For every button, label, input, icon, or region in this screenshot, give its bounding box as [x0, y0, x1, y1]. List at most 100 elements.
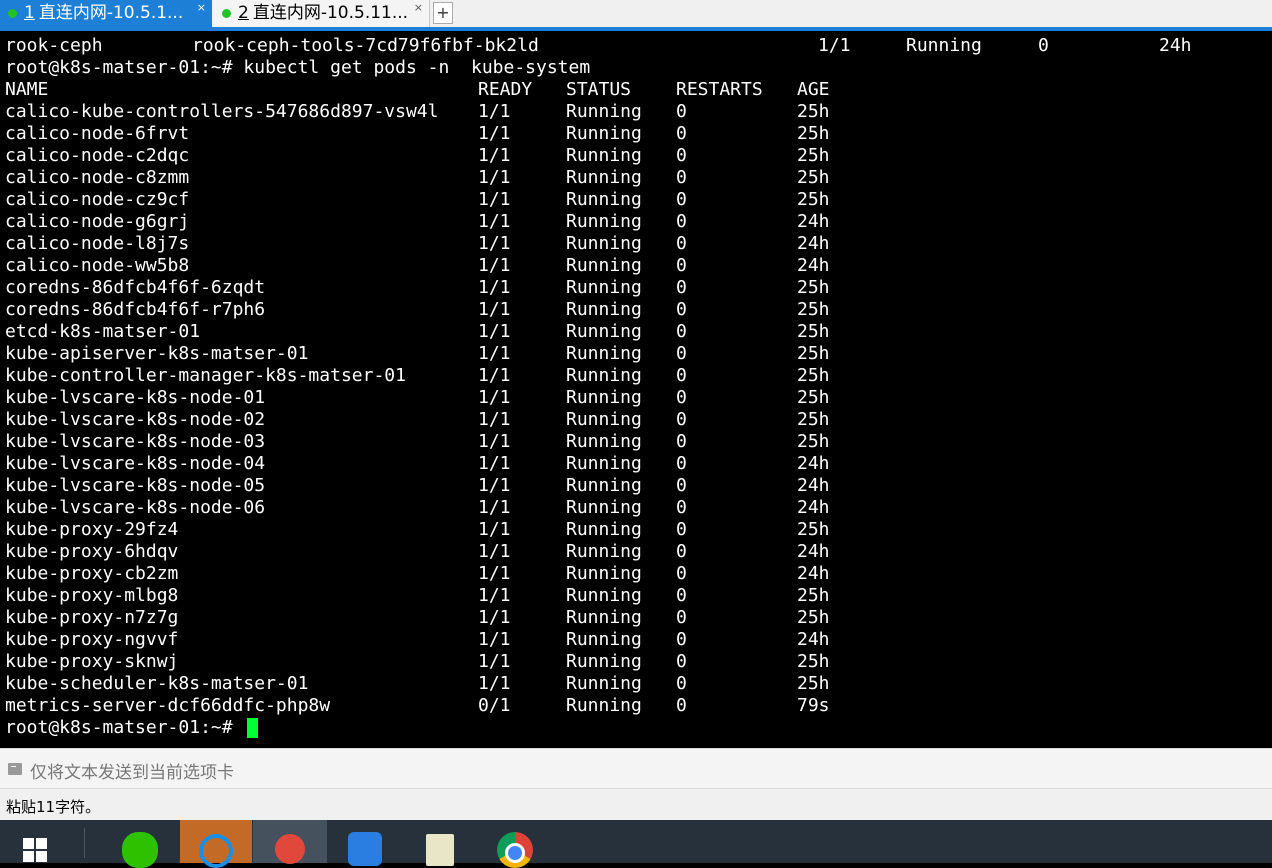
pod-status: Running — [566, 585, 642, 606]
pod-age: 25h — [797, 365, 830, 386]
pod-status: Running — [566, 365, 642, 386]
pod-ready: 1/1 — [478, 541, 511, 562]
pod-age: 25h — [797, 607, 830, 628]
table-row: calico-kube-controllers-547686d897-vsw4l… — [0, 101, 1272, 123]
pod-ready: 0/1 — [478, 695, 511, 716]
pod-status: Running — [566, 123, 642, 144]
pod-status: Running — [566, 629, 642, 650]
pod-ready: 1/1 — [478, 607, 511, 628]
pod-status: Running — [566, 563, 642, 584]
pod-age: 79s — [797, 695, 830, 716]
pod-restarts: 0 — [676, 365, 687, 386]
pod-ready: 1/1 — [478, 299, 511, 320]
pod-restarts: 0 — [676, 233, 687, 254]
close-tab-icon[interactable]: × — [414, 0, 423, 21]
table-row: calico-node-g6grj 1/1 Running 0 24h — [0, 211, 1272, 233]
table-row: calico-node-6frvt 1/1 Running 0 25h — [0, 123, 1272, 145]
pod-restarts: 0 — [676, 475, 687, 496]
pod-name: calico-kube-controllers-547686d897-vsw4l — [5, 101, 439, 122]
pod-age: 25h — [797, 123, 830, 144]
table-row: kube-lvscare-k8s-node-01 1/1 Running 0 25h — [0, 387, 1272, 409]
header-ready: READY — [478, 79, 533, 100]
pod-ready: 1/1 — [478, 123, 511, 144]
pod-ready: 1/1 — [478, 277, 511, 298]
pod-restarts: 0 — [676, 211, 687, 232]
new-tab-button[interactable]: + — [433, 2, 453, 24]
chat-app-icon[interactable] — [180, 820, 252, 868]
pod-age: 24h — [797, 233, 830, 254]
pod-restarts: 0 — [676, 585, 687, 606]
chrome-icon[interactable] — [480, 820, 550, 868]
close-tab-icon[interactable]: × — [197, 0, 206, 21]
pod-status: Running — [566, 233, 642, 254]
upload-app-icon[interactable] — [330, 820, 400, 866]
pod-ready: 1/1 — [478, 343, 511, 364]
pod-age: 25h — [797, 651, 830, 672]
pod-ready: 1/1 — [478, 651, 511, 672]
pod-name: kube-lvscare-k8s-node-02 — [5, 409, 266, 430]
pod-name: kube-proxy-29fz4 — [5, 519, 179, 540]
pod-ready: 1/1 — [478, 673, 511, 694]
pod-ready: 1/1 — [478, 519, 511, 540]
tab-number: 1 — [24, 3, 35, 23]
pod-name: kube-lvscare-k8s-node-01 — [5, 387, 266, 408]
pod-age: 24h — [797, 211, 830, 232]
tab-title: 直连内网-10.5.1... — [38, 3, 184, 23]
table-row: kube-lvscare-k8s-node-06 1/1 Running 0 24h — [0, 497, 1272, 519]
pod-age: 25h — [797, 519, 830, 540]
pod-name: kube-lvscare-k8s-node-04 — [5, 453, 266, 474]
pod-name: calico-node-l8j7s — [5, 233, 190, 254]
pod-name: kube-proxy-cb2zm — [5, 563, 179, 584]
table-row: calico-node-ww5b8 1/1 Running 0 24h — [0, 255, 1272, 277]
pod-restarts: 0 — [676, 431, 687, 452]
pod-name: kube-proxy-6hdqv — [5, 541, 179, 562]
send-text-input[interactable]: 仅将文本发送到当前选项卡 — [30, 758, 234, 783]
terminal-cursor — [247, 718, 259, 738]
pod-ready: 1/1 — [478, 145, 511, 166]
pod-restarts: 0 — [676, 123, 687, 144]
pod-name: kube-proxy-mlbg8 — [5, 585, 179, 606]
pod-age: 25h — [797, 343, 830, 364]
terminal-output[interactable]: rook-ceph rook-ceph-tools-7cd79f6fbf-bk2… — [0, 35, 1272, 748]
pod-status: Running — [566, 695, 642, 716]
pod-ready: 1/1 — [478, 585, 511, 606]
pod-restarts: 0 — [676, 145, 687, 166]
table-row: kube-proxy-n7z7g 1/1 Running 0 25h — [0, 607, 1272, 629]
wechat-icon[interactable] — [105, 820, 175, 868]
pod-restarts: 0 — [676, 629, 687, 650]
pod-status: Running — [906, 35, 982, 56]
windows-start-icon[interactable] — [0, 820, 72, 863]
tab-session-1[interactable]: 1 直连内网-10.5.1... × — [0, 0, 212, 27]
pod-restarts: 0 — [676, 607, 687, 628]
table-row: kube-proxy-ngvvf 1/1 Running 0 24h — [0, 629, 1272, 651]
notepad-app-icon[interactable] — [405, 820, 475, 866]
active-tab-underline — [0, 27, 1272, 31]
tab-title: 直连内网-10.5.11... — [252, 3, 409, 23]
pod-status: Running — [566, 497, 642, 518]
tab-number: 2 — [238, 3, 249, 23]
tab-session-2[interactable]: 2 直连内网-10.5.11... × — [214, 0, 430, 27]
table-row: kube-lvscare-k8s-node-02 1/1 Running 0 25h — [0, 409, 1272, 431]
pod-status: Running — [566, 673, 642, 694]
pod-name: kube-apiserver-k8s-matser-01 — [5, 343, 309, 364]
pod-restarts: 0 — [676, 299, 687, 320]
table-row: calico-node-l8j7s 1/1 Running 0 24h — [0, 233, 1272, 255]
table-row: kube-controller-manager-k8s-matser-01 1/1… — [0, 365, 1272, 387]
table-row: metrics-server-dcf66ddfc-php8w 0/1 Running… — [0, 695, 1272, 717]
terminal-send-icon — [8, 763, 22, 775]
table-row: kube-lvscare-k8s-node-04 1/1 Running 0 24h — [0, 453, 1272, 475]
pod-name: kube-proxy-n7z7g — [5, 607, 179, 628]
pod-age: 25h — [797, 167, 830, 188]
table-row: calico-node-c2dqc 1/1 Running 0 25h — [0, 145, 1272, 167]
pod-age: 25h — [797, 585, 830, 606]
pod-name: calico-node-ww5b8 — [5, 255, 190, 276]
header-status: STATUS — [566, 79, 632, 100]
pod-status: Running — [566, 519, 642, 540]
table-row: kube-proxy-29fz4 1/1 Running 0 25h — [0, 519, 1272, 541]
send-text-bar[interactable]: 仅将文本发送到当前选项卡 — [0, 748, 1272, 789]
terminal-app-icon[interactable] — [253, 820, 327, 864]
pod-ready: 1/1 — [478, 409, 511, 430]
table-row: etcd-k8s-matser-01 1/1 Running 0 25h — [0, 321, 1272, 343]
connected-status-icon — [222, 9, 231, 18]
table-row: coredns-86dfcb4f6f-r7ph6 1/1 Running 0 25h — [0, 299, 1272, 321]
